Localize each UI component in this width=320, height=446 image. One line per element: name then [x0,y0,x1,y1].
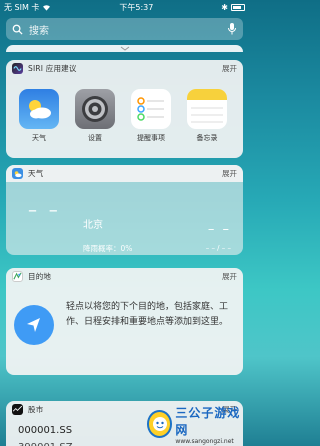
microphone-icon[interactable] [227,23,237,35]
status-bar: 无 SIM 卡 下午5:37 ✱ [0,0,249,14]
carrier-label: 无 SIM 卡 [4,2,40,12]
weather-widget[interactable]: 天气 展开 – – 北京 降雨概率：0% – – – – / – – [6,165,243,255]
today-temperature: – – [207,222,231,237]
app-label: 天气 [32,134,46,142]
widget-header: 目的地 展开 [6,268,243,285]
weather-icon [19,89,59,129]
widget-header: 天气 展开 [6,165,243,182]
app-label: 设置 [88,134,102,142]
bluetooth-icon: ✱ [221,2,228,12]
expand-button[interactable]: 展开 [222,271,237,282]
search-placeholder[interactable]: 搜索 [29,22,227,37]
current-temperature: – – [28,200,61,221]
chevron-down-icon [120,46,129,51]
app-notes[interactable]: 备忘录 [187,89,227,143]
notes-icon [187,89,227,129]
destination-description[interactable]: 轻点以将您的下个目的地，包括家庭、工作、日程安排和重要地点等添加到这里。 [66,300,231,345]
navigation-arrow-icon [14,305,54,345]
app-reminders[interactable]: 提醒事项 [131,89,171,143]
collapsed-widget-edge[interactable] [6,45,243,52]
settings-icon [75,89,115,129]
widget-title: SIRI 应用建议 [28,64,77,73]
app-label: 备忘录 [196,134,218,142]
status-time: 下午5:37 [119,2,154,12]
widget-title: 目的地 [28,272,52,281]
temperature-range: – – / – – [205,244,231,252]
watermark-logo-icon [147,410,173,438]
widget-title: 天气 [28,169,44,178]
stocks-icon [12,404,23,415]
site-watermark: 三公子游戏网 www.sangongzi.net [147,405,245,445]
rain-probability: 降雨概率：0% [83,244,133,253]
search-icon [12,23,24,35]
expand-button[interactable]: 展开 [222,63,237,74]
reminders-icon [131,89,171,129]
suggested-apps: 天气 设置 提醒事项 备忘录 [6,77,243,143]
destination-body: 轻点以将您的下个目的地，包括家庭、工作、日程安排和重要地点等添加到这里。 [6,285,243,345]
app-settings[interactable]: 设置 [75,89,115,143]
search-bar[interactable]: 搜索 [6,18,243,40]
wifi-icon [43,4,51,11]
app-label: 提醒事项 [137,134,165,142]
expand-button[interactable]: 展开 [222,168,237,179]
siri-suggestions-widget: SIRI 应用建议 展开 天气 设置 提醒事项 备忘录 [6,60,243,158]
app-weather[interactable]: 天气 [19,89,59,143]
watermark-url: www.sangongzi.net [175,437,234,445]
battery-icon [230,3,245,11]
watermark-name: 三公子游戏网 [175,405,241,437]
maps-icon [12,271,23,282]
weather-small-icon [12,168,23,179]
siri-icon [12,63,23,74]
destination-widget[interactable]: 目的地 展开 轻点以将您的下个目的地，包括家庭、工作、日程安排和重要地点等添加到… [6,268,243,375]
weather-body: – – 北京 降雨概率：0% – – – – / – – [6,182,243,255]
widget-header: SIRI 应用建议 展开 [6,60,243,77]
city-name: 北京 [83,220,103,231]
